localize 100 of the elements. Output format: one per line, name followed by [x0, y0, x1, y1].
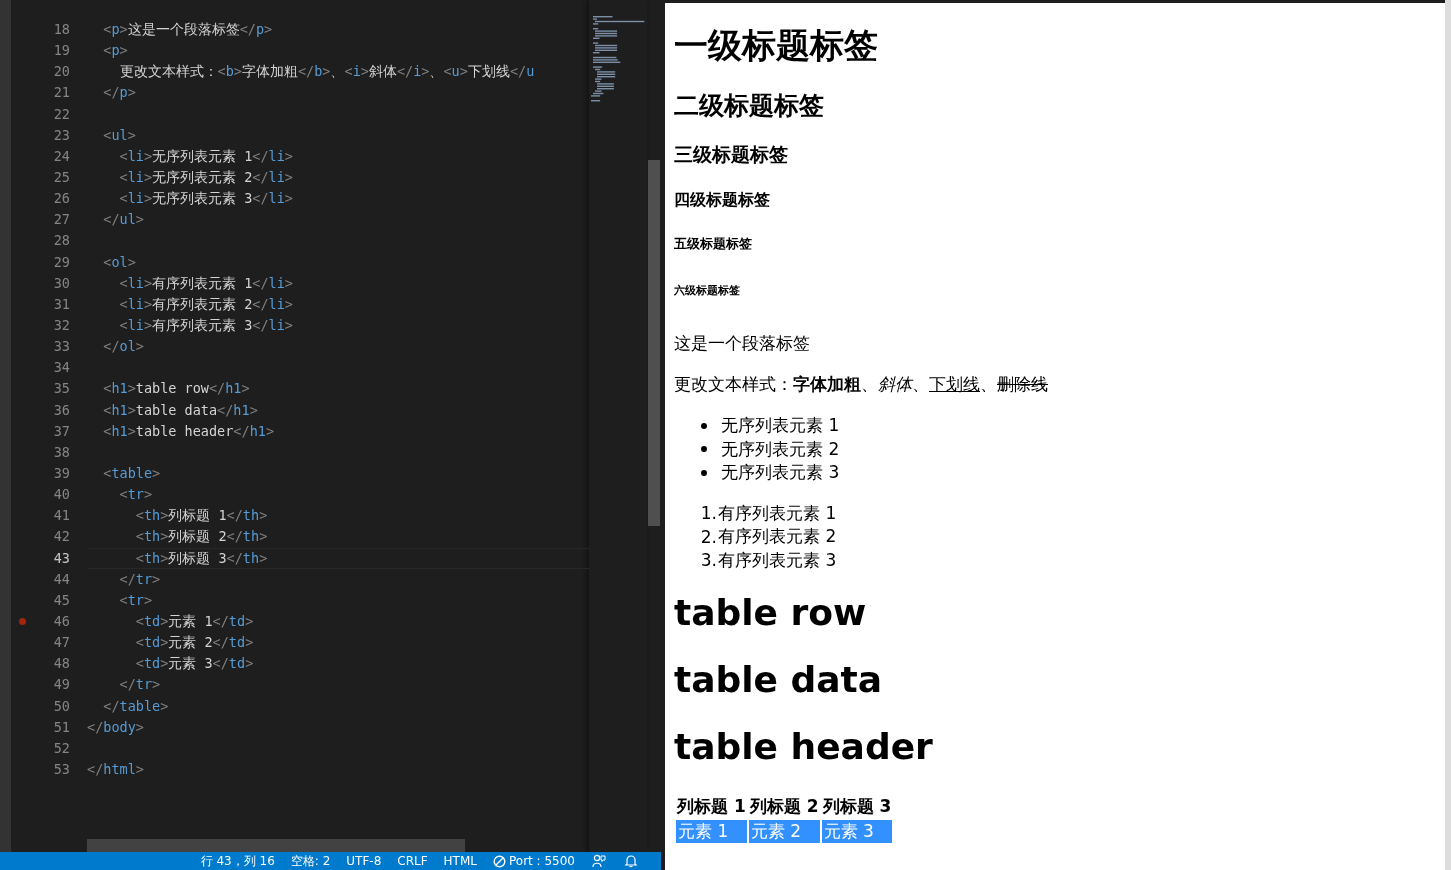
code-line: <li>有序列表元素 3</li>	[118, 315, 293, 335]
heading: 一级标题标签	[674, 24, 878, 67]
column-header: 列标题 3	[821, 795, 893, 818]
code-line: <h1>table row</h1>	[102, 379, 250, 399]
code-line: <tr>	[118, 590, 153, 610]
bullet-icon	[701, 422, 707, 429]
table-cell: 元素 2	[748, 820, 820, 843]
port-status[interactable]: Port : 5500	[485, 854, 583, 868]
code-line: </tr>	[118, 569, 161, 589]
status-item[interactable]: UTF-8	[338, 854, 390, 868]
line-number: 37	[53, 421, 70, 441]
line-number: 29	[53, 252, 70, 272]
line-number: 47	[53, 633, 70, 653]
column-header: 列标题 1	[676, 795, 747, 818]
line-number: 46	[53, 611, 70, 631]
table-cell: 元素 3	[821, 820, 893, 843]
line-number: 31	[53, 294, 70, 314]
line-number: 18	[53, 20, 70, 39]
code-line: <ul>	[102, 125, 136, 145]
line-number: 41	[53, 506, 70, 526]
line-number: 21	[53, 83, 70, 103]
code-line: <th>列标题 2</th>	[134, 527, 268, 547]
line-number: 36	[53, 400, 70, 420]
list-item: 有序列表元素 1	[718, 501, 837, 525]
line-number: 50	[53, 696, 70, 716]
bullet-icon	[701, 469, 707, 476]
code-line: <ol>	[102, 252, 136, 272]
code-line: <td>元素 3</td>	[134, 654, 254, 674]
code-line: <li>有序列表元素 1</li>	[118, 273, 293, 293]
line-number: 19	[53, 41, 70, 61]
line-number: 51	[53, 717, 70, 737]
line-number: 27	[53, 210, 70, 230]
line-number: 23	[53, 125, 70, 145]
code-line: <h1>table header</h1>	[102, 421, 275, 441]
status-item[interactable]: 空格: 2	[282, 852, 339, 870]
code-line: <li>无序列表元素 3</li>	[118, 189, 293, 209]
column-header: 列标题 2	[748, 795, 820, 818]
code-line: </ol>	[102, 337, 144, 357]
line-number: 34	[53, 358, 70, 378]
code-line: <p>	[102, 41, 128, 61]
status-item[interactable]: 行 43，列 16	[192, 852, 283, 870]
heading: table header	[674, 726, 933, 767]
line-number: 45	[53, 590, 70, 610]
heading: 六级标题标签	[674, 283, 740, 298]
code-line: <li>无序列表元素 2</li>	[118, 168, 293, 187]
line-number: 33	[53, 337, 70, 357]
line-number: 24	[53, 146, 70, 166]
list-item: 无序列表元素 2	[721, 437, 840, 461]
paragraph: 更改文本样式：字体加粗、斜体、下划线、删除线	[674, 373, 1048, 396]
table-cell: 元素 1	[676, 820, 747, 843]
line-number: 52	[53, 738, 70, 758]
vertical-scrollbar[interactable]	[648, 160, 660, 526]
code-line: </table>	[102, 696, 169, 716]
heading: table row	[674, 592, 867, 633]
list-number: 2.	[699, 526, 718, 547]
line-number: 25	[53, 168, 70, 187]
code-line: </body>	[87, 717, 144, 737]
line-number: 28	[53, 231, 70, 251]
heading: table data	[674, 659, 883, 700]
line-number: 38	[53, 442, 70, 462]
paragraph: 这是一个段落标签	[674, 332, 810, 355]
status-item[interactable]: HTML	[435, 854, 485, 868]
list-number: 1.	[699, 503, 718, 524]
heading: 四级标题标签	[674, 190, 770, 211]
line-number: 53	[53, 759, 70, 779]
line-number: 39	[53, 463, 70, 483]
code-line: <table>	[102, 463, 161, 483]
line-number: 42	[53, 527, 70, 547]
code-line: <th>列标题 3</th>	[134, 548, 268, 568]
code-line: <td>元素 1</td>	[134, 611, 254, 631]
code-line: 更改文本样式：<b>字体加粗</b>、<i>斜体</i>、<u>下划线</u	[118, 62, 535, 82]
line-number: 35	[53, 379, 70, 399]
bell-icon[interactable]	[624, 854, 638, 868]
line-number: 30	[53, 273, 70, 293]
line-number: 20	[53, 62, 70, 82]
status-item[interactable]: CRLF	[389, 854, 436, 868]
heading: 三级标题标签	[674, 142, 788, 167]
code-line: <td>元素 2</td>	[134, 633, 254, 653]
line-number: 26	[53, 189, 70, 209]
line-number: 49	[53, 675, 70, 695]
preview-scrollbar[interactable]	[1445, 0, 1451, 870]
line-number: 40	[53, 485, 70, 505]
list-number: 3.	[699, 550, 718, 571]
list-item: 无序列表元素 1	[721, 414, 840, 438]
code-line: <li>有序列表元素 2</li>	[118, 294, 293, 314]
line-number: 43	[53, 548, 70, 568]
breakpoint-icon[interactable]	[19, 617, 26, 625]
code-line: <p>这是一个段落标签</p>	[102, 20, 273, 39]
list-item: 无序列表元素 3	[721, 461, 840, 485]
code-line: <li>无序列表元素 1</li>	[118, 146, 293, 166]
code-line: <h1>table data</h1>	[102, 400, 258, 420]
code-line: <th>列标题 1</th>	[134, 506, 268, 526]
heading: 二级标题标签	[674, 90, 824, 122]
no-entry-icon	[493, 854, 506, 868]
feedback-icon[interactable]	[592, 854, 606, 868]
list-item: 有序列表元素 2	[718, 525, 837, 549]
code-line: </ul>	[102, 210, 144, 230]
code-line: </html>	[87, 759, 144, 779]
horizontal-scrollbar[interactable]	[87, 839, 465, 852]
line-number: 48	[53, 654, 70, 674]
